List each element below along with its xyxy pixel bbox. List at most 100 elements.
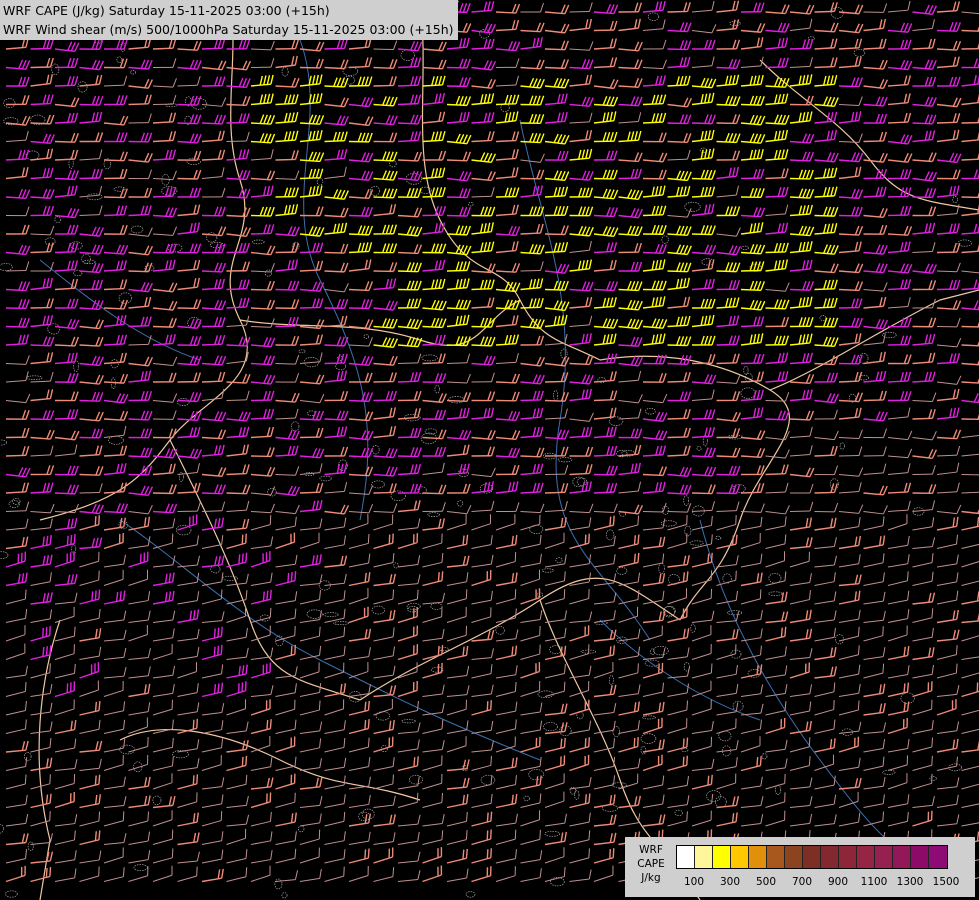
wind-barb [863, 79, 889, 90]
wind-barb [814, 754, 834, 771]
wind-barb [520, 553, 542, 568]
wind-barb [226, 518, 250, 531]
wind-barb [691, 169, 716, 180]
wind-barb [152, 317, 177, 328]
legend-swatch [803, 846, 821, 868]
wind-barb [642, 112, 667, 124]
wind-barb [495, 75, 519, 87]
wind-barb [544, 627, 567, 642]
wind-barb [912, 608, 934, 623]
wind-barb [250, 299, 276, 310]
wind-barb [740, 389, 764, 402]
wind-barb [250, 685, 274, 697]
wind-barb [863, 113, 888, 124]
wind-barb [814, 738, 836, 753]
wind-barb [887, 22, 913, 33]
wind-barb [961, 241, 979, 254]
wind-barb [177, 299, 202, 310]
wind-barb [593, 426, 617, 439]
wind-barb [299, 662, 320, 679]
wind-barb [5, 814, 29, 827]
wind-barb [54, 260, 78, 272]
terrain-contour [421, 354, 438, 362]
wind-barb [54, 465, 79, 476]
wind-barb [520, 22, 545, 33]
wind-barb [569, 754, 590, 772]
legend-tick-label: 1500 [932, 876, 960, 888]
wind-barb [912, 810, 933, 827]
wind-barb [201, 278, 226, 291]
wind-barb [397, 574, 421, 586]
wind-barb [79, 551, 100, 568]
wind-barb [79, 758, 102, 771]
wind-barb [250, 447, 275, 458]
terrain-contour [110, 359, 119, 369]
wind-barb [765, 168, 789, 180]
wind-barb [54, 207, 80, 219]
wind-barb [373, 609, 396, 624]
wind-barb [912, 796, 935, 808]
wind-barb [961, 783, 979, 790]
wind-barb [716, 0, 740, 13]
wind-barb [544, 773, 565, 790]
wind-barb [593, 610, 616, 623]
wind-barb [618, 737, 639, 753]
wind-barb [618, 462, 641, 476]
wind-barb [201, 501, 226, 512]
wind-barb [422, 518, 445, 531]
wind-barb [446, 77, 471, 88]
wind-barb [593, 865, 614, 882]
terrain-contour [701, 258, 715, 266]
wind-barb [838, 446, 863, 457]
wind-barb [226, 444, 250, 457]
wind-barb [789, 133, 815, 144]
wind-barb [495, 225, 521, 237]
wind-barb [740, 333, 764, 346]
wind-barb [397, 427, 422, 439]
wind-barb [936, 516, 959, 531]
wind-barb [765, 626, 787, 642]
wind-barb [201, 371, 226, 383]
wind-barb [226, 131, 250, 142]
wind-barb [30, 389, 54, 402]
terrain-contour [541, 568, 554, 573]
wind-barb [30, 793, 52, 809]
wind-barb [422, 111, 446, 124]
wind-barb [544, 847, 565, 864]
wind-barb [250, 408, 275, 420]
wind-barb [569, 2, 593, 13]
wind-barb [446, 225, 472, 236]
wind-barb [79, 74, 103, 87]
wind-barb [544, 242, 569, 254]
wind-barb [201, 411, 227, 422]
terrain-contour [108, 435, 124, 445]
wind-barb [667, 408, 691, 420]
wind-barb [299, 130, 323, 143]
wind-barb [593, 79, 619, 90]
wind-barb [226, 664, 248, 679]
wind-barb [618, 534, 640, 550]
wind-barb [324, 504, 350, 515]
wind-barb [128, 625, 148, 642]
wind-barb [716, 353, 740, 365]
wind-barb [863, 610, 886, 623]
wind-barb [642, 19, 666, 31]
wind-barb [471, 152, 497, 164]
wind-barb [642, 625, 663, 642]
terrain-contour [674, 809, 683, 817]
wind-barb [936, 534, 959, 549]
wind-barb [887, 554, 910, 568]
wind-barb [54, 868, 77, 882]
wind-barb [103, 554, 126, 568]
wind-barb [30, 298, 54, 309]
wind-barb [152, 463, 176, 476]
wind-barb [226, 721, 249, 734]
wind-barb [275, 112, 299, 124]
wind-barb [740, 207, 766, 218]
wind-barb [324, 59, 349, 70]
wind-barb [691, 699, 712, 716]
wind-barb [471, 848, 493, 864]
wind-barb [250, 551, 271, 568]
wind-barb [250, 503, 275, 514]
terrain-contour [740, 387, 756, 399]
